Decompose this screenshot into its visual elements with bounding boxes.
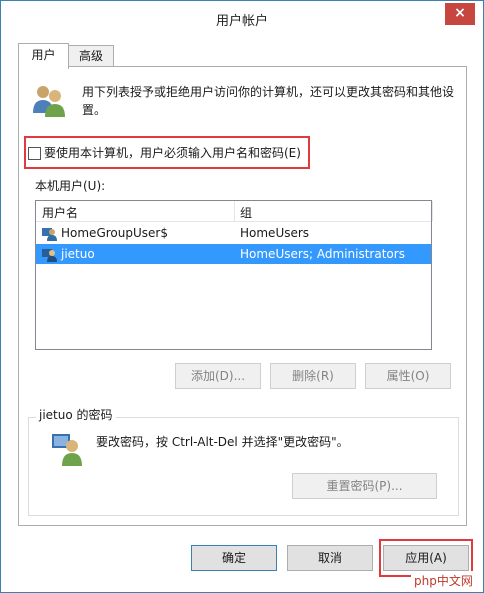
table-row[interactable]: jietuo HomeUsers; Administrators [36,244,431,264]
user-name: HomeGroupUser$ [61,226,168,240]
password-group [28,417,459,516]
user-group: HomeUsers; Administrators [240,247,405,261]
column-separator [432,201,433,221]
user-password-icon [52,434,82,466]
users-tab-panel: 用下列表授予或拒绝用户访问你的计算机，还可以更改其密码和其他设置。 要使用本计算… [18,66,467,526]
watermark: php中文网 [411,571,476,591]
password-group-title: jietuo 的密码 [36,406,116,423]
local-users-label: 本机用户(U): [35,179,106,193]
tab-advanced[interactable]: 高级 [68,45,114,67]
add-user-button[interactable]: 添加(D)... [175,363,261,389]
user-group: HomeUsers [240,226,310,240]
user-icon [42,249,57,262]
password-instruction: 要改密码，按 Ctrl-Alt-Del 并选择"更改密码"。 [96,435,349,449]
tab-users[interactable]: 用户 [18,43,69,69]
require-login-label: 要使用本计算机，用户必须输入用户名和密码(E) [44,146,301,160]
title-bar[interactable]: 用户帐户 × [1,1,483,37]
require-login-checkbox[interactable] [28,147,41,160]
users-group-icon [33,86,65,117]
reset-password-button[interactable]: 重置密码(P)... [292,473,437,499]
column-header-username[interactable]: 用户名 [42,204,78,221]
user-accounts-dialog: 用户帐户 × 用户 高级 用下列表授予或拒绝用户访问你的计算机，还可以更改其密码… [0,0,484,593]
window-title: 用户帐户 [215,14,268,29]
close-button[interactable]: × [445,3,475,25]
apply-button[interactable]: 应用(A) [383,545,469,571]
remove-user-button[interactable]: 删除(R) [270,363,356,389]
users-description: 用下列表授予或拒绝用户访问你的计算机，还可以更改其密码和其他设置。 [82,85,455,117]
properties-button[interactable]: 属性(O) [365,363,451,389]
list-header: 用户名 组 [36,201,433,222]
user-name: jietuo [61,247,95,261]
table-row[interactable]: HomeGroupUser$ HomeUsers [36,223,431,243]
ok-button[interactable]: 确定 [191,545,277,571]
column-header-group[interactable]: 组 [240,204,252,221]
user-icon [42,228,57,241]
column-separator [234,201,235,221]
cancel-button[interactable]: 取消 [287,545,373,571]
require-login-option[interactable]: 要使用本计算机，用户必须输入用户名和密码(E) [28,140,301,166]
users-list[interactable]: 用户名 组 HomeGroupUser$ HomeUsers jietuo Ho… [35,200,433,350]
